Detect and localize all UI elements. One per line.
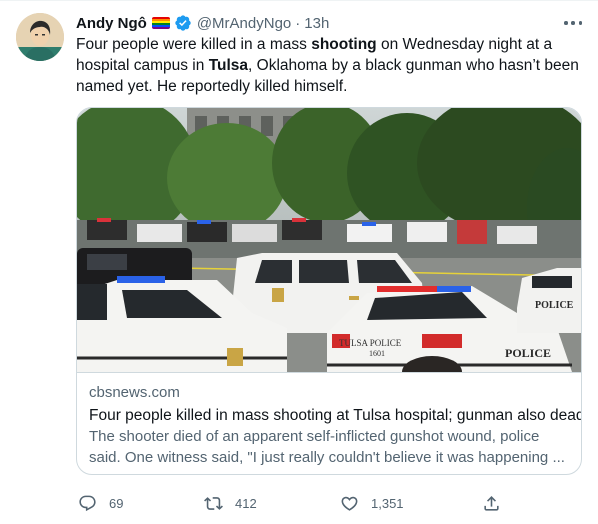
tweet-timestamp[interactable]: 13h [304, 15, 329, 32]
separator-dot: · [295, 14, 301, 32]
author-name[interactable]: Andy Ngô [76, 15, 147, 32]
link-card[interactable]: TULSA POLICE 1601 POLICE POLICE cbsnews.… [76, 107, 582, 475]
avatar[interactable] [16, 13, 64, 61]
verified-badge-icon [174, 14, 192, 32]
like-icon [341, 496, 358, 511]
card-meta: cbsnews.com Four people killed in mass s… [77, 372, 582, 474]
retweet-count: 412 [235, 495, 257, 511]
like-button[interactable]: 1,351 [340, 491, 404, 515]
tweet[interactable]: Andy Ngô @MrAndyNgo · 13h Four people we… [0, 0, 598, 524]
photo-label: POLICE [535, 300, 574, 311]
photo-label: POLICE [505, 346, 551, 360]
action-bar: 69 412 1,351 [76, 491, 506, 515]
tweet-text-bold: shooting [311, 36, 377, 53]
reply-count: 69 [109, 495, 124, 511]
retweet-icon [204, 496, 223, 510]
pride-flag-icon [151, 17, 170, 29]
photo-label: TULSA POLICE [339, 338, 402, 348]
card-domain: cbsnews.com [89, 384, 180, 401]
tweet-text-bold: Tulsa [208, 57, 249, 74]
share-icon [484, 495, 499, 511]
author-handle[interactable]: @MrAndyNgo [197, 15, 291, 32]
card-photo: TULSA POLICE 1601 POLICE POLICE [77, 108, 581, 388]
reply-icon [79, 495, 96, 511]
like-count: 1,351 [371, 495, 404, 511]
share-button[interactable] [482, 491, 501, 515]
tweet-text-part: Four people were killed in a mass [76, 36, 312, 53]
tweet-header: Andy Ngô @MrAndyNgo · 13h [76, 13, 329, 33]
photo-label: 1601 [369, 349, 385, 358]
card-description: The shooter died of an apparent self-inf… [89, 428, 565, 466]
retweet-button[interactable]: 412 [204, 491, 257, 515]
card-title: Four people killed in mass shooting at T… [89, 407, 582, 424]
more-icon[interactable] [562, 13, 584, 33]
tweet-text: Four people were killed in a mass shooti… [76, 34, 582, 97]
reply-button[interactable]: 69 [78, 491, 123, 515]
